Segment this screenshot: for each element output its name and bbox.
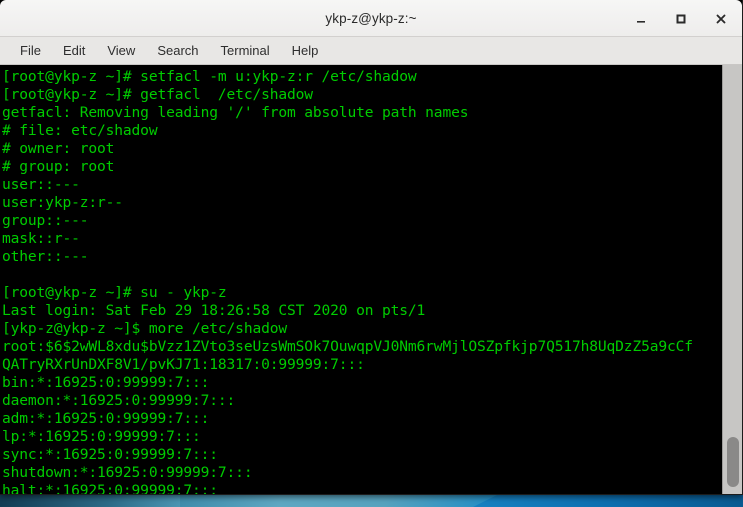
terminal-window: ykp-z@ykp-z:~ File Edit View Search Term… [0, 0, 743, 495]
minimize-button[interactable] [626, 4, 656, 34]
terminal-line: # group: root [2, 158, 115, 175]
terminal-line: root:$6$2wWL8xdu$bVzz1ZVto3seUzsWmSOk7Ou… [2, 338, 693, 355]
terminal-line: halt:*:16925:0:99999:7::: [2, 482, 218, 494]
menu-item-file[interactable]: File [9, 40, 52, 62]
window-title: ykp-z@ykp-z:~ [325, 10, 417, 26]
terminal-line: other::--- [2, 248, 89, 265]
window-controls [626, 0, 736, 37]
close-icon [716, 14, 726, 23]
terminal-line: [root@ykp-z ~]# su - ykp-z [2, 284, 227, 301]
terminal-line: adm:*:16925:0:99999:7::: [2, 410, 210, 427]
terminal-line: [ykp-z@ykp-z ~]$ more /etc/shadow [2, 320, 287, 337]
menu-item-edit[interactable]: Edit [52, 40, 96, 62]
terminal-line: Last login: Sat Feb 29 18:26:58 CST 2020… [2, 302, 426, 319]
menu-item-view[interactable]: View [96, 40, 146, 62]
close-button[interactable] [706, 4, 736, 34]
terminal-line: # owner: root [2, 140, 115, 157]
terminal-area: [root@ykp-z ~]# setfacl -m u:ykp-z:r /et… [0, 65, 742, 494]
scrollbar-thumb[interactable] [727, 437, 739, 487]
terminal-line: group::--- [2, 212, 89, 229]
terminal-line: [root@ykp-z ~]# setfacl -m u:ykp-z:r /et… [2, 68, 417, 85]
terminal-line: sync:*:16925:0:99999:7::: [2, 446, 218, 463]
menu-bar: File Edit View Search Terminal Help [0, 37, 742, 65]
terminal-output[interactable]: [root@ykp-z ~]# setfacl -m u:ykp-z:r /et… [0, 65, 722, 494]
terminal-line: QATryRXrUnDXF8V1/pvKJ71:18317:0:99999:7:… [2, 356, 365, 373]
maximize-button[interactable] [666, 4, 696, 34]
terminal-scrollbar[interactable] [722, 65, 742, 494]
title-bar[interactable]: ykp-z@ykp-z:~ [0, 0, 742, 37]
terminal-line: lp:*:16925:0:99999:7::: [2, 428, 201, 445]
terminal-line: mask::r-- [2, 230, 80, 247]
menu-item-search[interactable]: Search [146, 40, 209, 62]
terminal-line: user:ykp-z:r-- [2, 194, 123, 211]
terminal-line: bin:*:16925:0:99999:7::: [2, 374, 210, 391]
menu-item-terminal[interactable]: Terminal [210, 40, 281, 62]
terminal-line: getfacl: Removing leading '/' from absol… [2, 104, 469, 121]
terminal-line: # file: etc/shadow [2, 122, 158, 139]
terminal-line: daemon:*:16925:0:99999:7::: [2, 392, 236, 409]
menu-item-help[interactable]: Help [281, 40, 330, 62]
terminal-line: [root@ykp-z ~]# getfacl /etc/shadow [2, 86, 313, 103]
minimize-icon [637, 20, 645, 23]
wallpaper-band-left [0, 493, 180, 507]
terminal-line: shutdown:*:16925:0:99999:7::: [2, 464, 253, 481]
terminal-line: user::--- [2, 176, 80, 193]
maximize-icon [676, 14, 686, 23]
